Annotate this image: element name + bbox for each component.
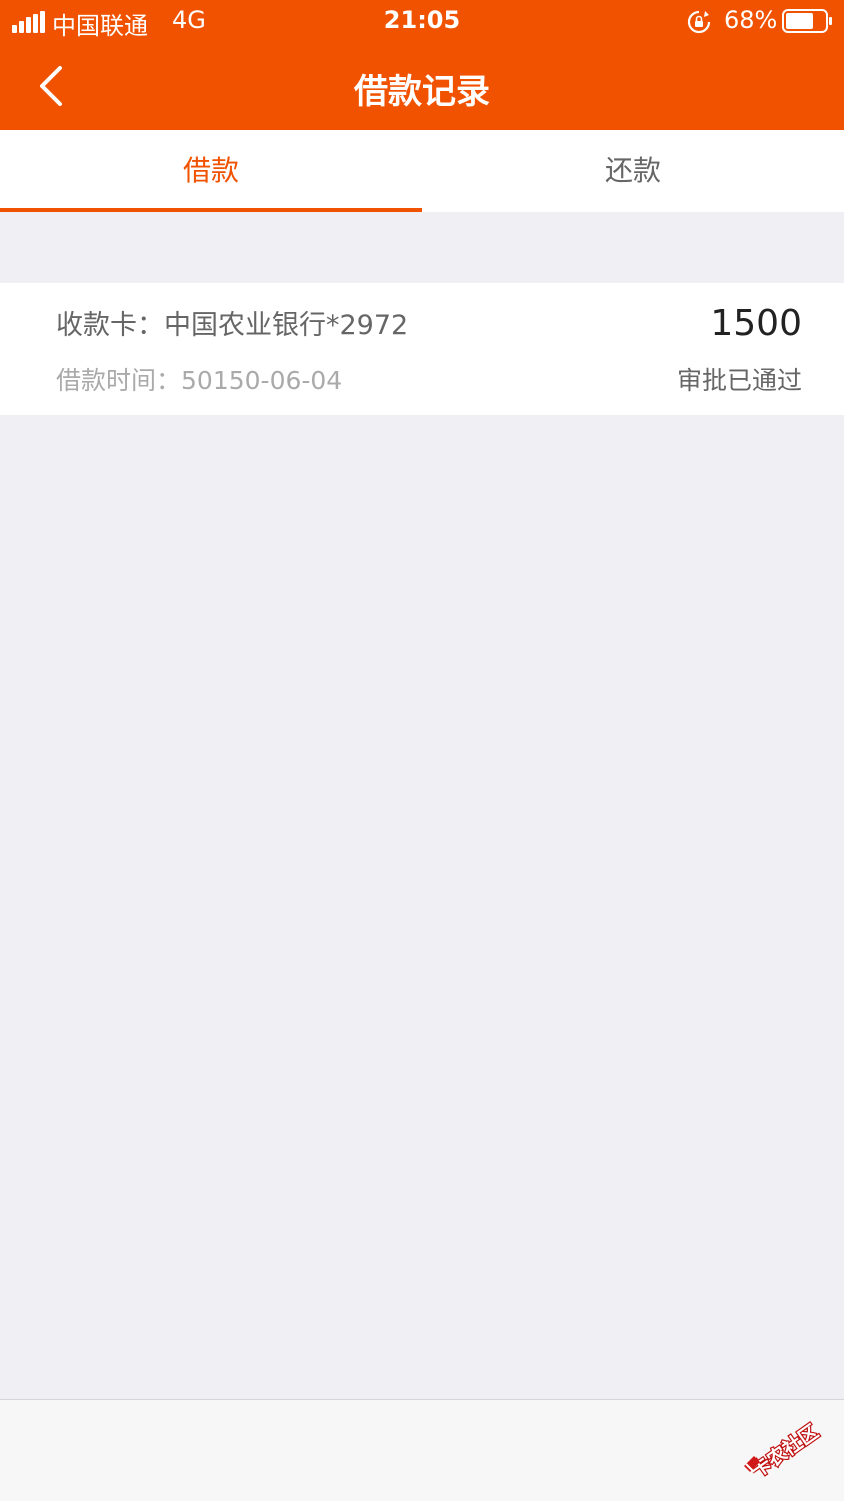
- nav-bar: 借款记录: [0, 44, 844, 130]
- receiving-card-value: 中国农业银行*2972: [164, 310, 409, 341]
- tab-borrow[interactable]: 借款: [0, 130, 422, 212]
- tab-repay[interactable]: 还款: [422, 130, 844, 212]
- loan-time-label: 借款时间：: [56, 366, 182, 395]
- status-bar: 中国联通 4G 21:05 68%: [0, 0, 844, 44]
- rotation-lock-icon: [687, 10, 711, 34]
- status-time: 21:05: [383, 6, 461, 34]
- watermark-text: 卡农社区: [747, 1420, 822, 1480]
- watermark-logo: 卡农社区: [744, 1419, 824, 1480]
- loan-record-item[interactable]: 收款卡：中国农业银行*2972 借款时间：50150-06-04 1500 审批…: [0, 283, 844, 415]
- tab-borrow-label: 借款: [182, 154, 239, 187]
- approval-status: 审批已通过: [676, 366, 802, 395]
- receiving-card: 收款卡：中国农业银行*2972: [56, 303, 408, 342]
- header: 中国联通 4G 21:05 68% 借款记录: [0, 0, 844, 130]
- loan-time: 借款时间：50150-06-04: [56, 361, 342, 397]
- active-tab-indicator: [0, 208, 422, 212]
- bottom-bar: [0, 1399, 844, 1501]
- loan-time-value: 50150-06-04: [181, 366, 343, 395]
- battery-icon: [782, 9, 832, 33]
- loan-amount: 1500: [710, 303, 802, 344]
- tab-bar: 借款 还款: [0, 130, 844, 212]
- battery-percent: 68%: [724, 6, 778, 34]
- receiving-card-label: 收款卡：: [56, 310, 164, 341]
- page-title: 借款记录: [354, 72, 490, 112]
- tab-repay-label: 还款: [604, 154, 661, 187]
